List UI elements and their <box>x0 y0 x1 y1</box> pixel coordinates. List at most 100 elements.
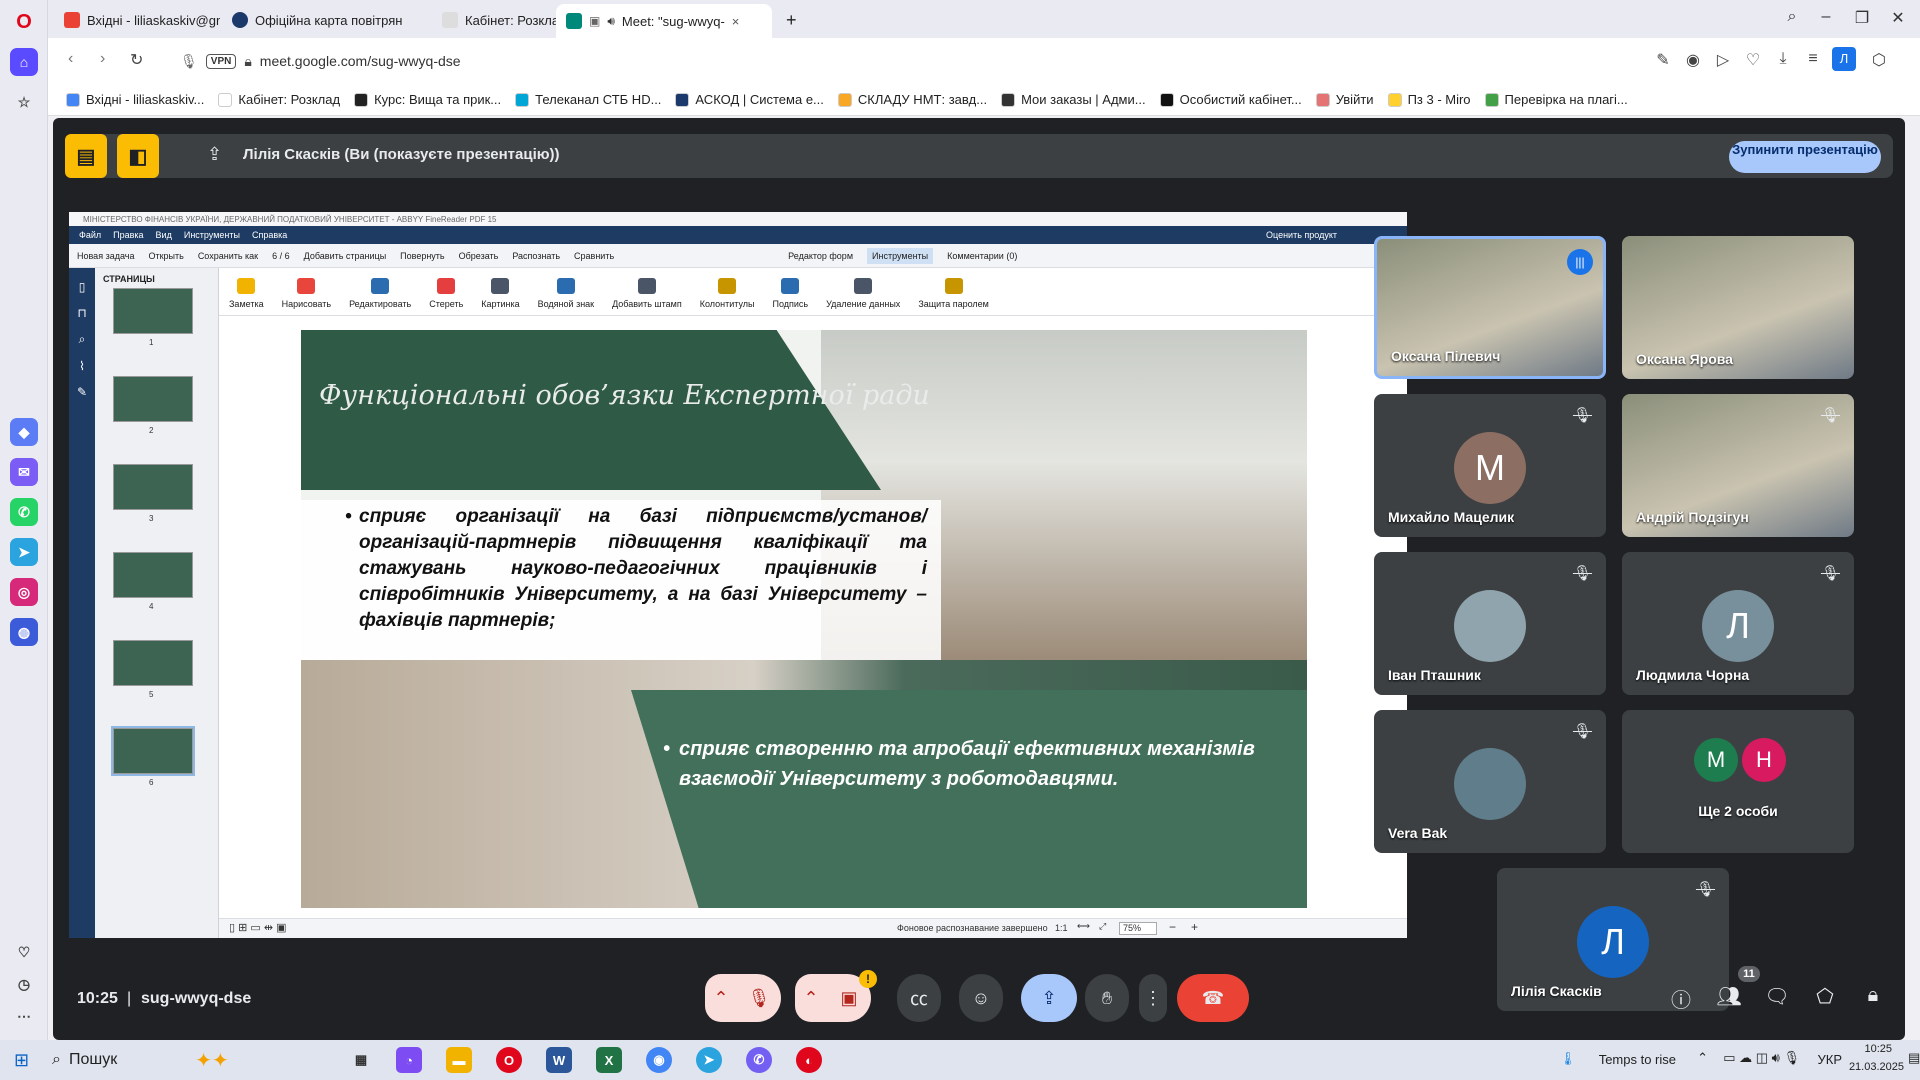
aria-icon[interactable]: ◆ <box>10 418 38 446</box>
menu-item[interactable]: Вид <box>156 230 172 240</box>
opera-taskbar-icon[interactable]: O <box>496 1047 522 1073</box>
profile-avatar[interactable]: Л <box>1832 47 1856 71</box>
excel-icon[interactable]: X <box>596 1047 622 1073</box>
snapshot-icon[interactable]: ◉ <box>1682 50 1704 70</box>
page-thumbnail[interactable] <box>113 376 193 422</box>
clock-time[interactable]: 10:25 <box>1864 1043 1892 1055</box>
participant-tile[interactable]: 🎙︎ Андрій Подзігун <box>1622 394 1854 537</box>
attach-icon[interactable]: ⌇ <box>69 359 95 373</box>
page-thumbnail[interactable] <box>113 464 193 510</box>
favorite-icon[interactable]: ♡ <box>1742 50 1764 70</box>
language-indicator[interactable]: УКР <box>1817 1052 1842 1067</box>
menu-item[interactable]: Инструменты <box>184 230 240 240</box>
history-icon[interactable]: ◷ <box>10 970 38 998</box>
ribbon-tool[interactable]: Картинка <box>481 278 520 309</box>
chat-icon[interactable]: 🗨︎ <box>1761 984 1793 1009</box>
ribbon-tool[interactable]: Водяной знак <box>538 278 594 309</box>
participant-tile[interactable]: M 🎙︎ Михайло Мацелик <box>1374 394 1606 537</box>
task-view-icon[interactable]: ▦ <box>348 1047 374 1073</box>
tray-arrow-icon[interactable]: ⌃ <box>1697 1050 1708 1066</box>
people-icon[interactable]: 👥︎ <box>1713 984 1745 1009</box>
bookmark-item[interactable]: Особистий кабінет... <box>1159 92 1302 107</box>
present-button[interactable]: ⇪ <box>1021 974 1077 1022</box>
toolbar-button[interactable]: Сохранить как <box>198 251 258 261</box>
search-icon[interactable]: ⌕ <box>69 332 95 347</box>
menu-item[interactable]: Правка <box>113 230 143 240</box>
mic-options-button[interactable]: ⌃ <box>705 974 737 1022</box>
ribbon-tool[interactable]: Заметка <box>229 278 264 309</box>
host-controls-icon[interactable]: 🔒︎ <box>1857 984 1889 1007</box>
bookmark-item[interactable]: Перевірка на плагі... <box>1484 92 1628 107</box>
tray-icons[interactable]: ▭ ☁ ◫ 🔊︎ 🎙︎ <box>1723 1050 1800 1066</box>
bookmark-item[interactable]: СКЛАДУ НМТ: завд... <box>837 92 987 107</box>
ribbon-tool[interactable]: Стереть <box>429 278 463 309</box>
discord-icon[interactable]: ◍ <box>10 618 38 646</box>
activities-icon[interactable]: ⬠ <box>1809 984 1841 1009</box>
close-tab-icon[interactable]: × <box>732 14 740 29</box>
bookmark-item[interactable]: Курс: Вища та прик... <box>354 92 501 107</box>
emoji-button[interactable]: ☺ <box>959 974 1003 1022</box>
zoom-field[interactable]: 75% <box>1119 922 1157 935</box>
minimize-icon[interactable]: – <box>1810 8 1842 26</box>
menu-item[interactable]: Файл <box>79 230 101 240</box>
participant-tile[interactable]: ||| Оксана Пілевич <box>1374 236 1606 379</box>
bookmark-item[interactable]: Телеканал СТБ HD... <box>515 92 661 107</box>
ribbon-tool[interactable]: Редактировать <box>349 278 411 309</box>
mic-icon[interactable]: 🎙︎ <box>180 53 198 70</box>
toolbar-button[interactable]: Повернуть <box>400 251 444 261</box>
fit-page-icon[interactable]: ⤢ <box>1099 921 1106 932</box>
bookmark-item[interactable]: Пз 3 - Miro <box>1387 92 1471 107</box>
signature-icon[interactable]: ✎ <box>69 385 95 399</box>
home-icon[interactable]: ⌂ <box>10 48 38 76</box>
participant-tile[interactable]: 🎙︎ Іван Пташник <box>1374 552 1606 695</box>
participant-tile[interactable]: 🎙︎ Vera Bak <box>1374 710 1606 853</box>
ribbon-tool[interactable]: Подпись <box>772 278 808 309</box>
search-tabs-icon[interactable]: ⌕ <box>1776 8 1808 26</box>
pin-icon[interactable]: ☆ <box>10 88 38 116</box>
notifications-icon[interactable]: ▤ <box>1908 1050 1920 1066</box>
view-icons[interactable]: ▯ ⊞ ▭ ⇹ ▣ <box>229 921 287 934</box>
extensions-icon[interactable]: ⬡ <box>1868 50 1890 70</box>
tab-air-map[interactable]: Офіційна карта повітрян <box>222 6 428 34</box>
close-window-icon[interactable]: ✕ <box>1882 8 1914 28</box>
hide-tiles-icon[interactable]: ▤ <box>65 134 107 178</box>
bookmark-item[interactable]: АСКОД | Система е... <box>675 92 824 107</box>
page-thumbnail[interactable] <box>113 288 193 334</box>
heart-icon[interactable]: ♡ <box>10 938 38 966</box>
toolbar-button[interactable]: Новая задача <box>77 251 134 261</box>
instagram-icon[interactable]: ◎ <box>10 578 38 606</box>
toolbar-button[interactable]: Добавить страницы <box>304 251 387 261</box>
layout-icon[interactable]: ◧ <box>117 134 159 178</box>
toolbar-button[interactable]: Распознать <box>512 251 560 261</box>
menu-icon[interactable]: ≡ <box>1802 50 1824 68</box>
windows-start-icon[interactable]: ⊞ <box>14 1050 29 1071</box>
telegram-icon[interactable]: ➤ <box>10 538 38 566</box>
url-field[interactable]: 🎙︎ VPN 🔒︎ meet.google.com/sug-wwyq-dse <box>180 45 1640 77</box>
bookmark-item[interactable]: Увійти <box>1315 92 1374 107</box>
captions-button[interactable]: ㏄ <box>897 974 941 1022</box>
download-icon[interactable]: ⤓ <box>1772 50 1794 68</box>
stop-presenting-button[interactable]: Зупинити презентацію <box>1729 141 1881 173</box>
copilot-icon[interactable]: ◔ <box>396 1047 422 1073</box>
toolbar-button[interactable]: Обрезать <box>459 251 499 261</box>
zoom-in-icon[interactable]: + <box>1191 920 1198 934</box>
toolbar-button[interactable]: 6 / 6 <box>272 251 290 261</box>
camera-options-button[interactable]: ⌃ <box>795 974 827 1022</box>
reload-icon[interactable]: ↻ <box>130 50 143 70</box>
ratio-button[interactable]: 1:1 <box>1055 923 1068 933</box>
more-options-button[interactable]: ⋮ <box>1139 974 1167 1022</box>
ribbon-tool[interactable]: Защита паролем <box>918 278 989 309</box>
toolbar-button[interactable]: Открыть <box>148 251 183 261</box>
opera-logo-icon[interactable]: O <box>10 8 38 36</box>
opera-gx-icon[interactable]: ◐ <box>796 1047 822 1073</box>
clock-date[interactable]: 21.03.2025 <box>1849 1061 1904 1073</box>
messenger-icon[interactable]: ✉ <box>10 458 38 486</box>
ribbon-tool[interactable]: Колонтитулы <box>700 278 754 309</box>
bookmark-item[interactable]: Вхідні - liliaskaskiv... <box>66 92 204 107</box>
bookmark-item[interactable]: Кабінет: Розклад <box>218 92 340 107</box>
toolbar-button[interactable]: Инструменты <box>867 247 934 264</box>
tab-gmail[interactable]: Вхідні - liliaskaskiv@gmai <box>54 6 220 34</box>
whatsapp-icon[interactable]: ✆ <box>10 498 38 526</box>
url-text[interactable]: meet.google.com/sug-wwyq-dse <box>260 53 461 69</box>
back-icon[interactable]: ‹ <box>68 50 73 68</box>
